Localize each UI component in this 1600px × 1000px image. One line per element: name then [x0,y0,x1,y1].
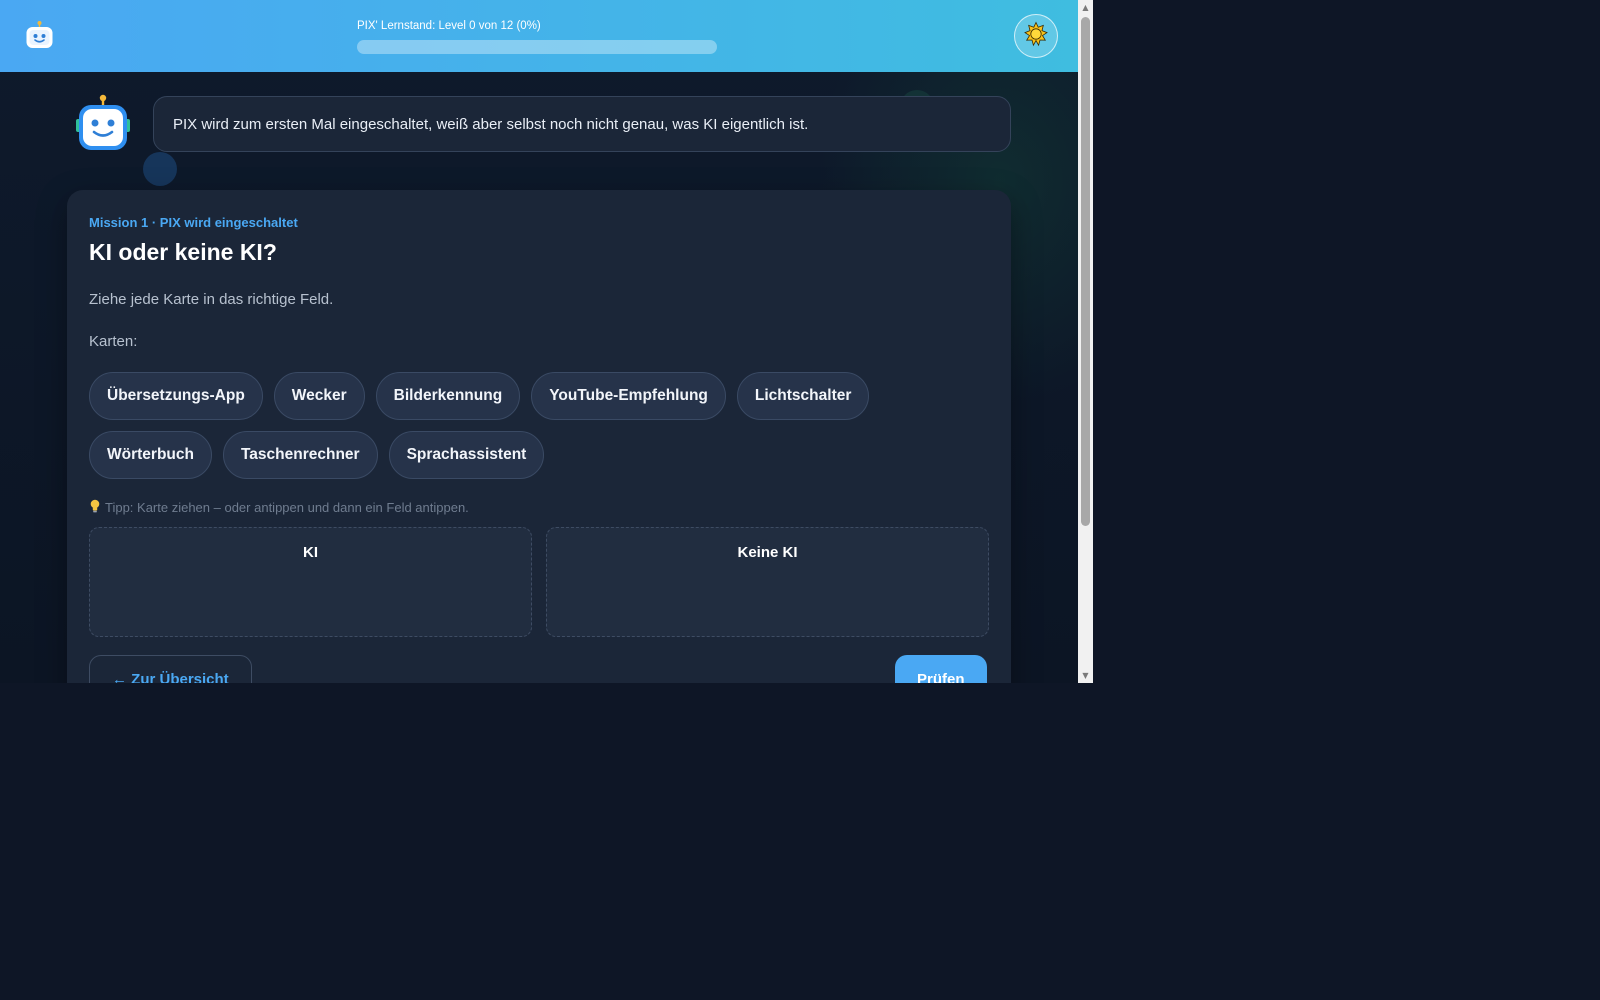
draggable-card[interactable]: Übersetzungs-App [89,372,263,420]
draggable-card[interactable]: Wecker [273,372,365,420]
robot-icon[interactable] [25,20,54,49]
draggable-card[interactable]: Sprachassistent [388,431,545,479]
back-to-overview-button[interactable]: ← Zur Übersicht [89,655,252,683]
draggable-card[interactable]: Taschenrechner [222,431,378,479]
robot-icon [75,94,131,156]
scroll-thumb[interactable] [1081,17,1090,526]
top-bar: PIX' Lernstand: Level 0 von 12 (0%) [0,0,1078,72]
card-pool: Übersetzungs-App Wecker Bilderkennung Yo… [89,372,989,479]
sun-icon [1023,21,1049,51]
mission-subtitle: Mission 1 · PIX wird eingeschaltet [89,215,298,230]
drop-zone-title: Keine KI [737,544,798,561]
draggable-card[interactable]: Bilderkennung [375,372,521,420]
drop-zone-title: KI [303,544,318,561]
drop-zone-ki[interactable]: KI [89,527,532,637]
scroll-up-arrow-icon[interactable]: ▲ [1078,0,1093,15]
pix-avatar [75,94,131,152]
decorative-bubble [143,152,177,186]
browser-viewport: PIX' Lernstand: Level 0 von 12 (0%) PIX … [0,0,1093,683]
pix-speech-bubble: PIX wird zum ersten Mal eingeschaltet, w… [153,96,1011,152]
drop-zone-keine-ki[interactable]: Keine KI [546,527,989,637]
mission-card: Mission 1 · PIX wird eingeschaltet KI od… [67,190,1011,683]
draggable-card[interactable]: Wörterbuch [89,431,212,479]
cards-label: Karten: [89,333,138,350]
scroll-down-arrow-icon[interactable]: ▼ [1078,668,1093,683]
theme-toggle-button[interactable] [1014,14,1058,58]
vertical-scrollbar[interactable]: ▲ ▼ [1078,0,1093,683]
draggable-card[interactable]: Lichtschalter [736,372,870,420]
tip-text: Tipp: Karte ziehen – oder antippen und d… [105,500,469,515]
progress-label: PIX' Lernstand: Level 0 von 12 (0%) [357,20,541,32]
page-title: KI oder keine KI? [89,239,277,265]
draggable-card[interactable]: YouTube-Empfehlung [531,372,726,420]
lightbulb-icon [89,499,101,516]
progress-bar [357,40,717,54]
app-content: PIX' Lernstand: Level 0 von 12 (0%) PIX … [0,0,1078,683]
check-button[interactable]: Prüfen [895,655,987,683]
instruction-text: Ziehe jede Karte in das richtige Feld. [89,291,334,308]
tip-text-row: Tipp: Karte ziehen – oder antippen und d… [89,499,469,516]
